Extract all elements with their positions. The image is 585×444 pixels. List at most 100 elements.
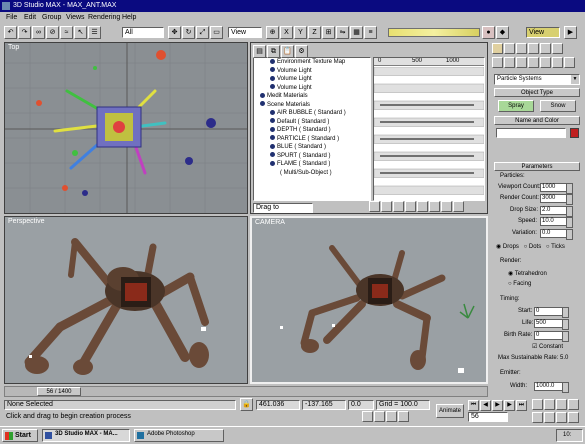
unlink-button[interactable]: ⊘ (46, 26, 59, 39)
zoom-value-icon[interactable] (393, 201, 404, 212)
name-and-color-header[interactable]: Name and Color (494, 116, 580, 125)
angle-snap-icon[interactable] (374, 411, 385, 422)
link-button[interactable]: ∞ (32, 26, 45, 39)
zoom-extents-icon[interactable] (556, 399, 567, 410)
pivot-button[interactable]: ⊕ (266, 26, 279, 39)
magnify-icon[interactable] (441, 201, 452, 212)
systems-icon[interactable] (564, 57, 575, 68)
dots-radio[interactable]: ○ Dots (524, 244, 542, 250)
render-view-dropdown[interactable]: View (526, 27, 560, 38)
menu-group[interactable]: Group (42, 14, 61, 21)
render-scene-button[interactable]: ◆ (496, 26, 509, 39)
selection-filter-dropdown[interactable]: All (122, 27, 164, 38)
menu-views[interactable]: Views (66, 14, 85, 21)
utility-tab-icon[interactable] (552, 43, 563, 54)
assign-controller-button[interactable]: ⚙ (295, 45, 308, 58)
redo-button[interactable]: ↷ (18, 26, 31, 39)
track-item[interactable]: BLUE ( Standard ) (260, 143, 370, 152)
render-count-field[interactable]: 3000 (540, 194, 573, 205)
track-item[interactable]: ( Multi/Sub-Object ) (260, 169, 370, 178)
geometry-icon[interactable] (492, 57, 503, 68)
view-dropdown[interactable]: View (228, 27, 262, 38)
start-field[interactable]: 0 (534, 307, 569, 318)
time-slider-track[interactable]: 56 / 1400 (4, 386, 488, 397)
time-slider-thumb[interactable]: 56 / 1400 (37, 387, 81, 396)
select-rotate-button[interactable]: ↻ (182, 26, 195, 39)
go-to-start-icon[interactable]: ⏮ (468, 400, 479, 411)
next-frame-icon[interactable]: ▶ (504, 400, 515, 411)
speed-field[interactable]: 10.0 (540, 217, 573, 228)
copy-button[interactable]: ⧉ (267, 45, 280, 58)
constant-checkbox[interactable]: ☑ Constant (532, 343, 563, 350)
category-dropdown[interactable]: Particle Systems ▼ (494, 74, 580, 85)
material-editor-button[interactable]: ● (482, 26, 495, 39)
axis-z-button[interactable]: Z (308, 26, 321, 39)
drops-radio[interactable]: ◉ Drops (496, 244, 519, 250)
object-type-header[interactable]: Object Type (494, 88, 580, 97)
play-icon[interactable]: ▶ (492, 400, 503, 411)
create-tab-icon[interactable] (492, 43, 503, 54)
previous-frame-icon[interactable]: ◀ (480, 400, 491, 411)
track-item[interactable]: FLAME ( Standard ) (260, 160, 370, 169)
task-3dsmax[interactable]: 3D Studio MAX - MA... (42, 429, 130, 442)
track-item[interactable]: PARTICLE ( Standard ) (260, 135, 370, 144)
squash-button[interactable]: ▭ (210, 26, 223, 39)
track-item[interactable]: Volume Light (260, 75, 370, 84)
snow-button[interactable]: Snow (540, 100, 576, 112)
zoom-icon[interactable] (405, 201, 416, 212)
current-frame-field[interactable]: 56 (468, 412, 508, 422)
zoom-horizontal-icon[interactable] (381, 201, 392, 212)
drop-size-field[interactable]: 2.0 (540, 206, 573, 217)
snap-toggle-icon[interactable] (362, 411, 373, 422)
paste-button[interactable]: 📋 (281, 45, 294, 58)
modify-tab-icon[interactable] (504, 43, 515, 54)
zoom-extents-icon[interactable] (429, 201, 440, 212)
zoom-all-icon[interactable] (544, 399, 555, 410)
track-item[interactable]: AIR BUBBLE ( Standard ) (260, 109, 370, 118)
helpers-icon[interactable] (540, 57, 551, 68)
pan-icon[interactable] (369, 201, 380, 212)
track-item[interactable]: DEPTH ( Standard ) (260, 126, 370, 135)
axis-xy-button[interactable]: ⊞ (322, 26, 335, 39)
track-item[interactable]: Default ( Standard ) (260, 118, 370, 127)
pan-icon[interactable] (568, 399, 579, 410)
field-of-view-icon[interactable] (532, 412, 543, 423)
ticks-radio[interactable]: ○ Ticks (546, 244, 565, 250)
variation-field[interactable]: 0.0 (540, 229, 573, 240)
select-button[interactable]: ↖ (74, 26, 87, 39)
motion-tab-icon[interactable] (528, 43, 539, 54)
select-by-name-button[interactable]: ☰ (88, 26, 101, 39)
find-icon[interactable] (453, 201, 464, 212)
space-warps-icon[interactable] (552, 57, 563, 68)
lights-icon[interactable] (516, 57, 527, 68)
viewport-camera[interactable]: CAMERA (250, 216, 488, 384)
select-scale-button[interactable]: ⤢ (196, 26, 209, 39)
track-item[interactable]: Scene Materials (260, 101, 370, 110)
display-tab-icon[interactable] (540, 43, 551, 54)
quick-render-button[interactable]: ▶ (564, 26, 577, 39)
axis-y-button[interactable]: Y (294, 26, 307, 39)
shapes-icon[interactable] (504, 57, 515, 68)
menu-edit[interactable]: Edit (24, 14, 36, 21)
life-field[interactable]: 500 (534, 319, 569, 330)
axis-x-button[interactable]: X (280, 26, 293, 39)
zoom-icon[interactable] (532, 399, 543, 410)
track-item[interactable]: Medit Materials (260, 92, 370, 101)
parameters-header[interactable]: Parameters (494, 162, 580, 171)
percent-snap-icon[interactable] (386, 411, 397, 422)
spinner-snap-icon[interactable] (398, 411, 409, 422)
lock-selection-icon[interactable]: 🔒 (240, 398, 253, 411)
viewport-count-field[interactable]: 1000 (540, 183, 573, 194)
spray-button[interactable]: Spray (498, 100, 534, 112)
cameras-icon[interactable] (528, 57, 539, 68)
object-name-field[interactable] (496, 128, 566, 138)
animate-button[interactable]: Animate (436, 404, 464, 418)
track-item[interactable]: Volume Light (260, 84, 370, 93)
width-field[interactable]: 1000.0 (534, 382, 569, 393)
object-color-swatch[interactable] (570, 128, 579, 138)
bind-warp-button[interactable]: ≈ (60, 26, 73, 39)
track-item[interactable]: Volume Light (260, 67, 370, 76)
tetrahedron-radio[interactable]: ◉ Tetrahedron (508, 270, 547, 277)
start-button[interactable]: Start (2, 429, 38, 442)
facing-radio[interactable]: ○ Facing (508, 281, 531, 287)
